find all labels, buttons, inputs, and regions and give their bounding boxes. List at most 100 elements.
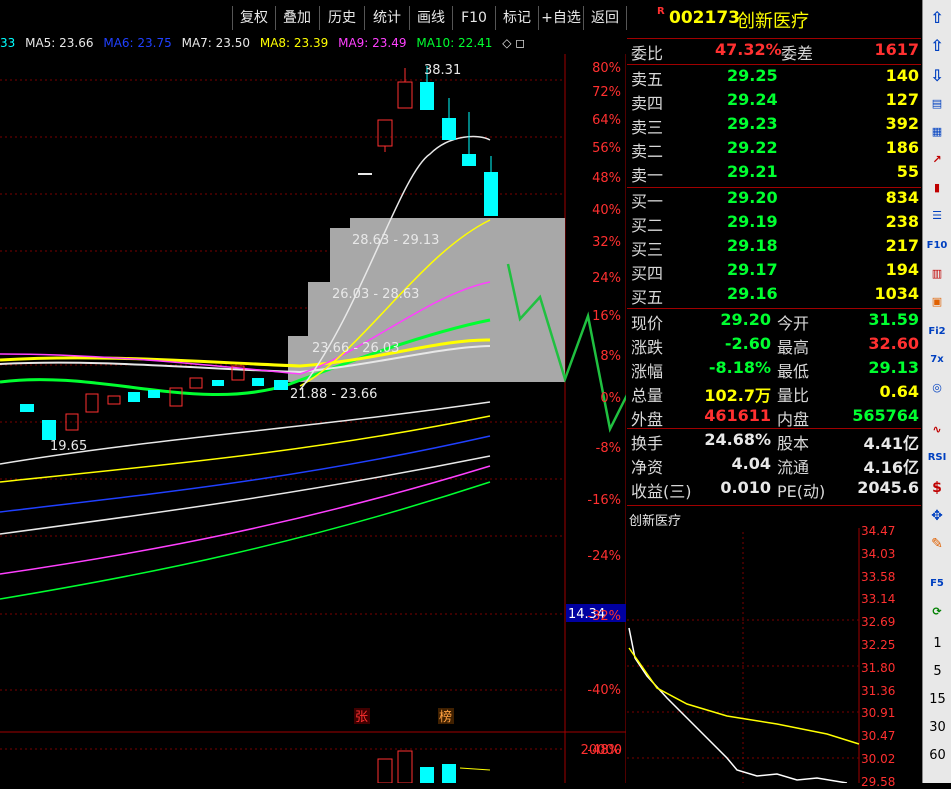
cart-icon[interactable]: ⇩ (926, 66, 948, 86)
orderbook-row[interactable]: 买四 29.17 194 (627, 260, 921, 284)
intraday-price-label: 34.47 (861, 524, 896, 538)
ma-legend-item: MA10: 22.41 (416, 36, 493, 50)
orderbook-label: 买一 (631, 192, 664, 211)
circle-icon[interactable]: ◎ (926, 378, 948, 398)
period-5[interactable]: 5 (923, 664, 951, 679)
calendar-icon[interactable]: ▣ (926, 292, 948, 312)
rsi-icon[interactable]: RSI (926, 448, 948, 468)
weibi-label: 委比 (631, 44, 664, 63)
orderbook-price: 29.23 (727, 114, 778, 133)
stat-label: 涨幅 (631, 362, 664, 381)
zhang-tag[interactable]: 张 (355, 710, 368, 725)
intraday-chart[interactable]: 创新医疗 34.47 34.03 33.58 33.14 32.69 32.25 31.80… (627, 508, 921, 789)
stock-name: 创新医疗 (737, 11, 809, 32)
history-button[interactable]: 历史 (320, 6, 365, 30)
ma-legend-more-icon[interactable]: ◇ ◻ (502, 36, 525, 50)
add-watchlist-button[interactable]: +自选 (539, 6, 584, 30)
stat-row: 收益(三) 0.010 PE(动) 2045.6 (627, 478, 921, 502)
stat-label: 总量 (631, 386, 664, 405)
wave-icon[interactable]: ∿ (926, 420, 948, 440)
orderbook-row[interactable]: 卖二 29.22 186 (627, 138, 921, 162)
stat-value: 565764 (852, 406, 919, 425)
intraday-price-label: 30.47 (861, 729, 896, 744)
f11-icon[interactable]: ▥ (926, 264, 948, 284)
orderbook-row[interactable]: 买二 29.19 238 (627, 212, 921, 236)
kline-icon[interactable]: ▮ (926, 178, 948, 198)
pct-tick-label: 8% (600, 349, 621, 364)
orderbook-volume: 238 (885, 212, 919, 231)
stat-label: 流通 (777, 458, 810, 477)
f10-button[interactable]: F10 (453, 6, 496, 30)
orderbook-row[interactable]: 卖五 29.25 140 (627, 66, 921, 90)
orderbook-volume: 140 (885, 66, 919, 85)
f10-icon[interactable]: F10 (926, 236, 948, 256)
orderbook-row[interactable]: 买三 29.18 217 (627, 236, 921, 260)
intraday-price-label: 30.91 (861, 706, 896, 721)
stat-row: 总量 102.7万 量比 0.64 (627, 382, 921, 406)
f5-icon[interactable]: F5 (926, 574, 948, 594)
pct-tick-label: 0% (600, 391, 621, 406)
orderbook-label: 卖三 (631, 118, 664, 137)
orderbook-price: 29.24 (727, 90, 778, 109)
report-icon[interactable]: ▤ (926, 94, 948, 114)
draw-line-button[interactable]: 画线 (410, 6, 453, 30)
pct-tick-label: -40% (587, 683, 621, 698)
intraday-price-label: 30.02 (861, 752, 896, 766)
chip-range-label: 23.66 - 26.03 (312, 341, 399, 356)
chip-range-label: 28.63 - 29.13 (352, 233, 439, 248)
overlay-button[interactable]: 叠加 (275, 6, 320, 30)
stat-value: 29.13 (868, 358, 919, 377)
kline-chart[interactable]: 38.31 19.65 28.63 - 29.13 26.03 - 28.63 … (0, 54, 626, 783)
stat-value: 4.16亿 (863, 458, 919, 477)
stat-value: -8.18% (708, 358, 771, 377)
divider (627, 505, 921, 506)
ma-legend-item: MA5: 23.66 (25, 36, 94, 50)
orderbook-volume: 1034 (874, 284, 919, 303)
top-arrow-icon[interactable]: ⇧ (926, 36, 948, 56)
up-arrow-icon[interactable]: ⇧ (926, 8, 948, 28)
orderbook-volume: 392 (885, 114, 919, 133)
divider (627, 308, 921, 309)
stat-value: 0.64 (879, 382, 919, 401)
orderbook-row[interactable]: 卖一 29.21 55 (627, 162, 921, 186)
quote-title: R 002173 创新医疗 (627, 0, 921, 36)
list-icon[interactable]: ☰ (926, 206, 948, 226)
f12-icon[interactable]: Fi2 (926, 322, 948, 342)
dollar-icon[interactable]: $ (926, 478, 948, 498)
orderbook-label: 买四 (631, 264, 664, 283)
orderbook-row[interactable]: 卖四 29.24 127 (627, 90, 921, 114)
refresh-icon[interactable]: ⟳ (926, 602, 948, 622)
orderbook-volume: 834 (885, 188, 919, 207)
stat-row: 换手 24.68% 股本 4.41亿 (627, 430, 921, 454)
period-1[interactable]: 1 (923, 636, 951, 651)
high-price-label: 38.31 (424, 63, 461, 78)
period-60[interactable]: 60 (923, 748, 951, 763)
stat-label: 收益(三) (631, 482, 692, 501)
period-15[interactable]: 15 (923, 692, 951, 707)
rong-flag: R (657, 6, 665, 17)
line-chart-icon[interactable]: ↗ (926, 150, 948, 170)
f70-icon[interactable]: 7x (926, 350, 948, 370)
pct-tick-label: 48% (592, 171, 621, 186)
move-icon[interactable]: ✥ (926, 506, 948, 526)
pct-tick-label: -48% (587, 743, 621, 758)
stats-button[interactable]: 统计 (365, 6, 410, 30)
grid-icon[interactable]: ▦ (926, 122, 948, 142)
intraday-price-label: 31.80 (861, 660, 896, 675)
mark-button[interactable]: 标记 (496, 6, 539, 30)
orderbook-row[interactable]: 买五 29.16 1034 (627, 284, 921, 308)
pct-axis: 80% 72% 64% 56% 48% 40% 32% 24% 16% 8% 0% -8% -16% -2… (587, 61, 621, 758)
weicha-label: 委差 (781, 44, 814, 63)
orderbook-row[interactable]: 买一 29.20 834 (627, 188, 921, 212)
divider (627, 64, 921, 65)
stat-row: 外盘 461611 内盘 565764 (627, 406, 921, 430)
period-30[interactable]: 30 (923, 720, 951, 735)
pct-tick-label: 16% (592, 309, 621, 324)
back-button[interactable]: 返回 (584, 6, 627, 30)
fuquan-button[interactable]: 复权 (232, 6, 276, 30)
bang-tag[interactable]: 榜 (439, 709, 452, 725)
stat-label: 最高 (777, 338, 810, 357)
orderbook-row[interactable]: 卖三 29.23 392 (627, 114, 921, 138)
pencil-icon[interactable]: ✎ (926, 534, 948, 554)
orderbook-volume: 186 (885, 138, 919, 157)
